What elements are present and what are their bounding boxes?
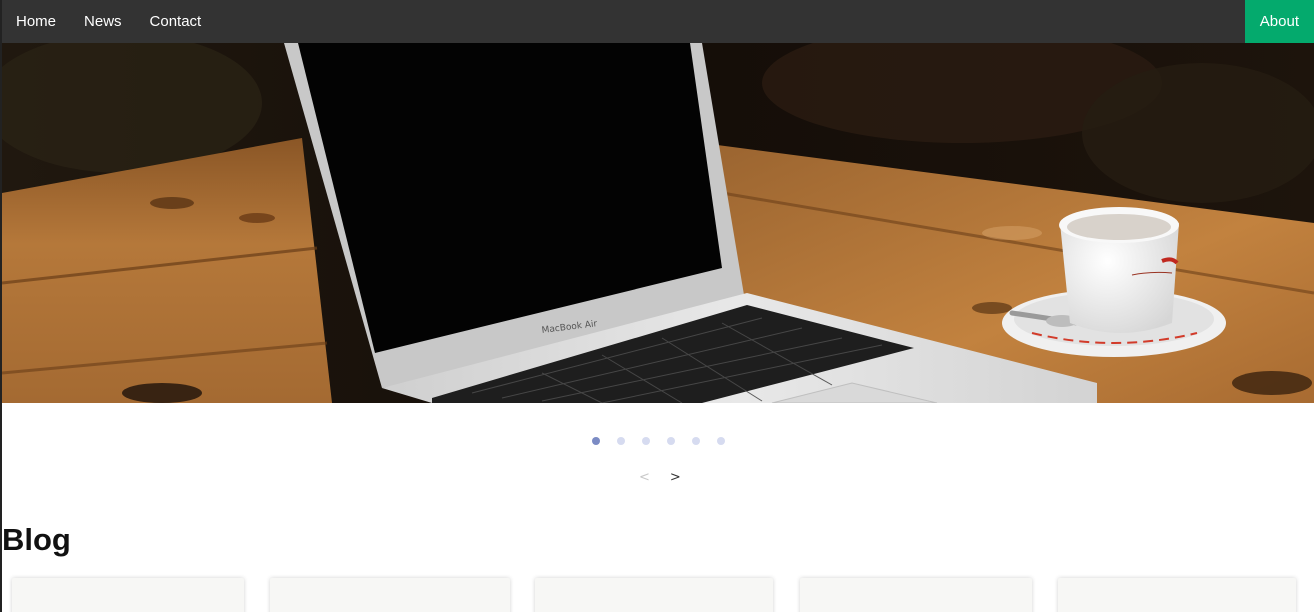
blog-card[interactable] (270, 578, 510, 612)
slider-dots (592, 437, 725, 445)
blog-card[interactable] (1058, 578, 1296, 612)
nav-item-contact[interactable]: Contact (136, 0, 216, 43)
blog-card[interactable] (12, 578, 244, 612)
blog-heading: Blog (2, 522, 71, 557)
slider-prev-button[interactable]: < (639, 470, 650, 485)
slider-arrows: < > (639, 470, 681, 485)
nav-item-home[interactable]: Home (2, 0, 70, 43)
slider-dot-3[interactable] (642, 437, 650, 445)
nav-item-about[interactable]: About (1244, 0, 1314, 43)
page: Home News Contact About MacBook Air < > … (0, 0, 1314, 612)
blog-card[interactable] (800, 578, 1032, 612)
slider-next-button[interactable]: > (670, 470, 681, 485)
slider-dot-6[interactable] (717, 437, 725, 445)
hero-slide-image: MacBook Air (2, 43, 1314, 403)
nav-item-news[interactable]: News (70, 0, 136, 43)
blog-card[interactable] (535, 578, 773, 612)
slider-dot-2[interactable] (617, 437, 625, 445)
slider-dot-4[interactable] (667, 437, 675, 445)
slider-dot-1[interactable] (592, 437, 600, 445)
blog-cards (2, 578, 1314, 612)
top-nav: Home News Contact About (2, 0, 1314, 43)
slider-dot-5[interactable] (692, 437, 700, 445)
